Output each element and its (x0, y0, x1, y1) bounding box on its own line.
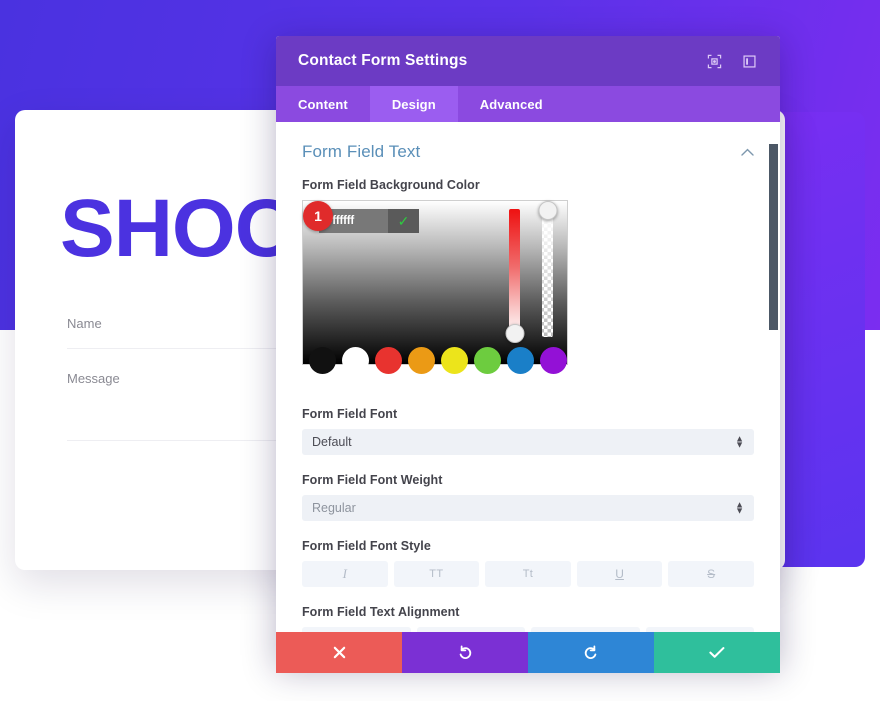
form-field-font-weight-label: Form Field Font Weight (302, 473, 754, 487)
form-field-text-alignment-label: Form Field Text Alignment (302, 605, 754, 619)
alpha-slider[interactable] (542, 209, 553, 337)
uppercase-glyph: TT (429, 568, 443, 580)
cancel-button[interactable] (276, 632, 402, 673)
strikethrough-button[interactable]: S (668, 561, 754, 587)
chevron-updown-icon: ▲▼ (735, 502, 744, 513)
hex-input-group: 1 ✓ (319, 209, 419, 233)
step-badge-1: 1 (303, 201, 333, 231)
form-field-background-color-group: Form Field Background Color 1 ✓ (302, 178, 754, 365)
swatch-purple[interactable] (540, 347, 567, 374)
swatch-orange[interactable] (408, 347, 435, 374)
modal-scrollbar[interactable] (769, 144, 778, 330)
form-field-font-group: Form Field Font Default ▲▼ (302, 407, 754, 455)
alpha-slider-handle[interactable] (538, 201, 557, 220)
hue-slider[interactable] (509, 209, 520, 337)
swatch-black[interactable] (309, 347, 336, 374)
italic-button[interactable]: I (302, 561, 388, 587)
modal-action-bar (276, 632, 780, 673)
underline-glyph: U (615, 567, 624, 581)
section-form-field-text[interactable]: Form Field Text (302, 140, 754, 178)
form-field-font-weight-select[interactable]: Regular ▲▼ (302, 495, 754, 521)
modal-tabs: Content Design Advanced (276, 86, 780, 122)
color-swatches (309, 347, 567, 374)
uppercase-button[interactable]: TT (394, 561, 480, 587)
font-style-button-row: I TT Tt U S (302, 561, 754, 587)
swatch-yellow[interactable] (441, 347, 468, 374)
underline-button[interactable]: U (577, 561, 663, 587)
contact-message-label: Message (67, 371, 120, 386)
chevron-up-icon[interactable] (741, 146, 754, 159)
modal-title: Contact Form Settings (298, 52, 703, 70)
contact-name-label: Name (67, 316, 102, 331)
form-field-background-color-label: Form Field Background Color (302, 178, 754, 192)
check-icon[interactable]: ✓ (388, 209, 419, 233)
strikethrough-glyph: S (707, 567, 715, 581)
undo-button[interactable] (402, 632, 528, 673)
form-field-font-value: Default (312, 435, 352, 449)
expand-icon[interactable] (703, 50, 725, 72)
section-title: Form Field Text (302, 142, 420, 162)
form-field-font-style-group: Form Field Font Style I TT Tt U (302, 539, 754, 587)
swatch-red[interactable] (375, 347, 402, 374)
modal-header: Contact Form Settings (276, 36, 780, 86)
form-field-font-label: Form Field Font (302, 407, 754, 421)
swatch-white[interactable] (342, 347, 369, 374)
color-picker[interactable]: 1 ✓ (302, 200, 568, 365)
swatch-green[interactable] (474, 347, 501, 374)
tab-content[interactable]: Content (276, 86, 370, 122)
form-field-font-select[interactable]: Default ▲▼ (302, 429, 754, 455)
chevron-updown-icon: ▲▼ (735, 436, 744, 447)
swatch-blue[interactable] (507, 347, 534, 374)
modal-header-actions (703, 50, 760, 72)
hue-slider-handle[interactable] (505, 324, 524, 343)
form-field-font-weight-value: Regular (312, 501, 356, 515)
capitalize-button[interactable]: Tt (485, 561, 571, 587)
save-button[interactable] (654, 632, 780, 673)
italic-glyph: I (343, 566, 347, 582)
modal-body: Form Field Text Form Field Background Co… (276, 122, 780, 665)
layout-panel-icon[interactable] (738, 50, 760, 72)
form-field-font-style-label: Form Field Font Style (302, 539, 754, 553)
tab-design[interactable]: Design (370, 86, 458, 122)
settings-modal: Contact Form Settings Content (276, 36, 780, 665)
tab-advanced[interactable]: Advanced (458, 86, 565, 122)
redo-button[interactable] (528, 632, 654, 673)
capitalize-glyph: Tt (523, 568, 534, 580)
form-field-font-weight-group: Form Field Font Weight Regular ▲▼ (302, 473, 754, 521)
